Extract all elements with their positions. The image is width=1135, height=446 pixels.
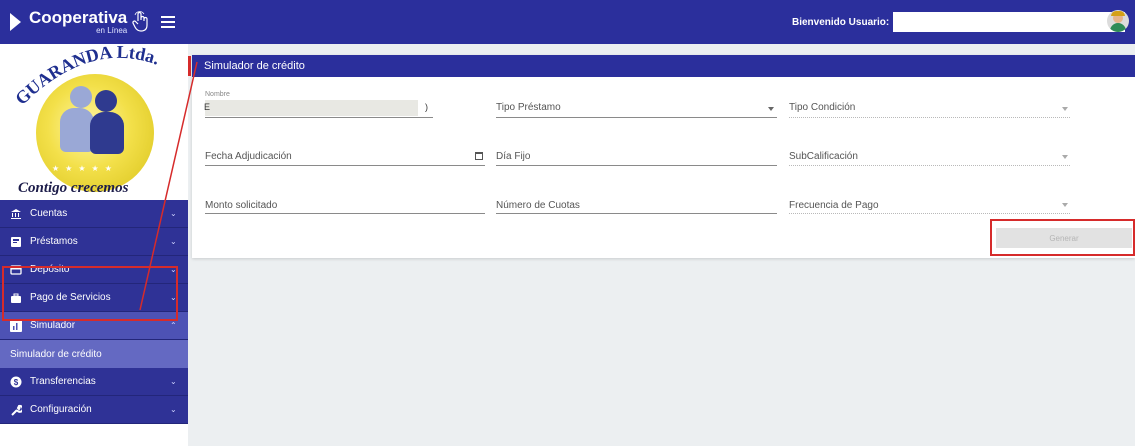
sidebar-item-prestamos[interactable]: Préstamos ⌄ [0, 228, 188, 256]
welcome-area: Bienvenido Usuario: [792, 0, 1126, 44]
chevron-down-icon: ⌄ [170, 377, 177, 386]
play-icon [10, 13, 21, 31]
bank-icon [10, 208, 22, 220]
fecha-adjudicacion-label: Fecha Adjudicación [205, 151, 292, 162]
frecuencia-pago-select[interactable] [789, 213, 1070, 214]
calendar-icon[interactable] [475, 152, 483, 160]
sidebar-item-label: Cuentas [30, 208, 68, 219]
redacted-username [893, 12, 1126, 32]
sidebar-subitem-simulador-credito[interactable]: Simulador de crédito [0, 340, 188, 368]
dropdown-arrow-icon [1062, 107, 1068, 111]
chevron-down-icon: ⌄ [170, 237, 177, 246]
sidebar-item-cuentas[interactable]: Cuentas ⌄ [0, 200, 188, 228]
sidebar-item-configuracion[interactable]: Configuración ⌄ [0, 396, 188, 424]
nombre-label: Nombre [205, 91, 230, 98]
hand-pointer-icon [132, 11, 148, 32]
guaranda-logo: GUARANDA Ltda. ★★★★★ Contigo crecemos [0, 44, 188, 199]
tipo-condicion-select[interactable] [789, 117, 1070, 118]
brand-subtitle: en Línea [96, 26, 128, 35]
fecha-adjudicacion-field[interactable] [205, 165, 485, 166]
chevron-up-icon: ⌃ [170, 321, 177, 330]
hamburger-menu-icon[interactable] [161, 13, 176, 31]
dropdown-arrow-icon [1062, 203, 1068, 207]
numero-cuotas-field[interactable] [496, 213, 777, 214]
dropdown-arrow-icon [1062, 155, 1068, 159]
top-bar: Cooperativa en Línea Bienvenido Usuario: [0, 0, 1135, 44]
dia-fijo-field[interactable] [496, 165, 777, 166]
dollar-icon: $ [10, 376, 22, 388]
brand-name: Cooperativa [29, 8, 128, 27]
sidebar-item-label: Transferencias [30, 376, 96, 387]
frecuencia-pago-label: Frecuencia de Pago [789, 200, 879, 211]
chart-icon [10, 319, 22, 332]
sidebar-item-label: Configuración [30, 404, 92, 415]
card-title-highlight [188, 56, 191, 76]
sidebar: GUARANDA Ltda. ★★★★★ Contigo crecemos Cu… [0, 44, 188, 446]
tipo-prestamo-label: Tipo Préstamo [496, 102, 561, 113]
monto-solicitado-field[interactable] [205, 213, 485, 214]
dia-fijo-label: Día Fijo [496, 151, 531, 162]
sidebar-item-label: Préstamos [30, 236, 78, 247]
chevron-down-icon: ⌄ [170, 209, 177, 218]
dropdown-arrow-icon [768, 107, 774, 111]
svg-text:$: $ [14, 378, 19, 387]
sidebar-subitem-label: Simulador de crédito [10, 348, 102, 360]
nombre-field[interactable] [205, 117, 433, 118]
subcalificacion-select[interactable] [789, 165, 1070, 166]
tipo-prestamo-select[interactable] [496, 117, 777, 118]
wrench-icon [10, 404, 22, 416]
generar-highlight-box [990, 219, 1135, 256]
numero-cuotas-label: Número de Cuotas [496, 200, 580, 211]
card-title: Simulador de crédito [192, 55, 1135, 77]
redacted-nombre [205, 100, 418, 116]
user-avatar[interactable] [1107, 10, 1129, 32]
subcalificacion-label: SubCalificación [789, 151, 858, 162]
sidebar-item-label: Simulador [30, 320, 76, 331]
chevron-down-icon: ⌄ [170, 405, 177, 414]
sidebar-item-transferencias[interactable]: $ Transferencias ⌄ [0, 368, 188, 396]
brand[interactable]: Cooperativa en Línea [0, 9, 180, 35]
document-icon [10, 236, 22, 248]
simulador-highlight-box [2, 266, 178, 321]
logo-tagline: Contigo crecemos [18, 180, 129, 196]
monto-solicitado-label: Monto solicitado [205, 200, 278, 211]
welcome-label: Bienvenido Usuario: [792, 16, 890, 28]
tipo-condicion-label: Tipo Condición [789, 102, 856, 113]
